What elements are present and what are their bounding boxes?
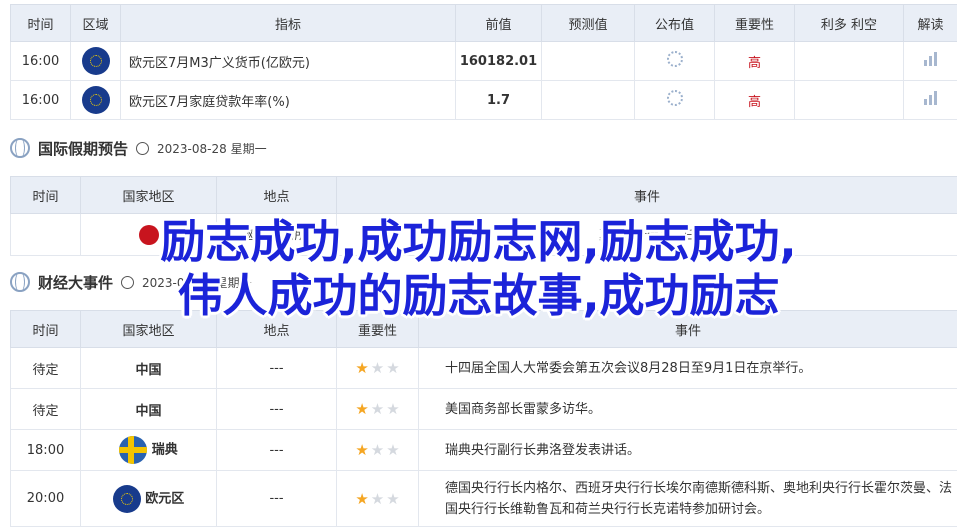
header-time: 时间 — [10, 176, 81, 214]
importance-stars: ★ ★ ★ — [355, 441, 399, 459]
impact-value — [794, 80, 904, 120]
star-icon: ★ — [355, 359, 369, 377]
holiday-section-header: 国际假期预告 2023-08-28 星期一 — [10, 134, 267, 162]
star-icon: ★ — [355, 400, 369, 418]
forecast-value — [541, 41, 635, 81]
row-country: 欧元区 — [145, 491, 185, 506]
row-country: 中国 — [80, 347, 217, 389]
table-header-row: 时间 国家地区 地点 事件 — [10, 176, 957, 214]
header-time: 时间 — [10, 4, 71, 42]
row-time: 16:00 — [10, 80, 71, 120]
star-icon: ★ — [386, 400, 400, 418]
previous-value: 1.7 — [455, 80, 542, 120]
table-header-row: 时间 区域 指标 前值 预测值 公布值 重要性 利多 利空 解读 — [10, 4, 957, 42]
eu-flag-icon — [81, 47, 110, 75]
header-actual: 公布值 — [634, 4, 715, 42]
eu-flag-icon — [81, 86, 110, 114]
table-row: 待定 中国 --- ★ ★ ★ 十四届全国人大常委会第五次会议8月28日至9月1日在… — [10, 347, 957, 389]
forecast-value — [541, 80, 635, 120]
header-region: 区域 — [70, 4, 121, 42]
star-icon: ★ — [386, 489, 400, 508]
banner-line-1: 励志成功,成功励志网,励志成功, — [160, 215, 797, 268]
table-row: 待定 中国 --- ★ ★ ★ 美国商务部长雷蒙多访华。 — [10, 388, 957, 430]
loading-icon — [666, 51, 683, 67]
economic-data-table: 时间 区域 指标 前值 预测值 公布值 重要性 利多 利空 解读 16:00 欧… — [10, 4, 957, 120]
table-row: 20:00 欧元区 --- ★ ★ ★ 德国央行行长内格尔、西班牙央行行长埃尔南德斯… — [10, 470, 957, 527]
star-icon: ★ — [370, 489, 385, 508]
globe-icon — [10, 138, 30, 158]
row-time: 18:00 — [10, 429, 81, 471]
section-date: 2023-08-28 星期一 — [157, 141, 267, 156]
indicator-link[interactable]: 欧元区7月家庭贷款年率(%) — [120, 80, 456, 120]
header-place: 地点 — [216, 176, 337, 214]
chart-icon — [923, 51, 939, 67]
previous-value: 160182.01 — [455, 41, 542, 81]
row-place: --- — [216, 388, 337, 430]
banner-line-2: 伟人成功的励志故事,成功励志 — [177, 269, 780, 322]
events-table: 时间 国家地区 地点 重要性 事件 待定 中国 --- ★ ★ ★ 十四届全国人大常… — [10, 310, 957, 527]
eu-flag-icon — [112, 484, 141, 513]
impact-value — [794, 41, 904, 81]
row-event: 瑞典央行副行长弗洛登发表讲话。 — [418, 429, 957, 471]
header-importance: 重要性 — [714, 4, 795, 42]
row-place: --- — [216, 429, 337, 471]
star-icon: ★ — [370, 400, 385, 418]
star-icon: ★ — [370, 441, 385, 459]
star-icon: ★ — [386, 359, 400, 377]
clock-icon — [136, 141, 150, 155]
header-event: 事件 — [336, 176, 957, 214]
row-place: --- — [216, 347, 337, 389]
row-event: 十四届全国人大常委会第五次会议8月28日至9月1日在京举行。 — [418, 347, 957, 389]
importance-value: 高 — [714, 80, 795, 120]
interpret-button[interactable] — [903, 80, 957, 120]
header-forecast: 预测值 — [541, 4, 635, 42]
interpret-button[interactable] — [903, 41, 957, 81]
section-title: 国际假期预告 — [38, 139, 129, 158]
importance-value: 高 — [714, 41, 795, 81]
table-row: 16:00 欧元区7月M3广义货币(亿欧元) 160182.01 高 — [10, 41, 957, 81]
table-row: 18:00 瑞典 --- ★ ★ ★ 瑞典央行副行长弗洛登发表讲话。 — [10, 429, 957, 471]
header-country: 国家地区 — [80, 176, 217, 214]
importance-stars: ★ ★ ★ — [355, 490, 399, 508]
table-row: 16:00 欧元区7月家庭贷款年率(%) 1.7 高 — [10, 80, 957, 120]
chart-icon — [923, 90, 939, 106]
row-place: --- — [216, 470, 337, 527]
star-icon: ★ — [370, 359, 385, 377]
header-previous: 前值 — [455, 4, 542, 42]
row-country: 中国 — [80, 388, 217, 430]
star-icon: ★ — [355, 489, 369, 508]
row-time: 16:00 — [10, 41, 71, 81]
row-event: 美国商务部长雷蒙多访华。 — [418, 388, 957, 430]
row-time: 20:00 — [10, 470, 81, 527]
header-interpret: 解读 — [903, 4, 957, 42]
row-country: 瑞典 — [151, 442, 178, 458]
se-flag-icon — [119, 436, 148, 464]
header-impact: 利多 利空 — [794, 4, 904, 42]
star-icon: ★ — [386, 441, 400, 459]
importance-stars: ★ ★ ★ — [355, 400, 399, 418]
importance-stars: ★ ★ ★ — [355, 359, 399, 377]
loading-icon — [666, 90, 683, 106]
row-time: 待定 — [10, 347, 81, 389]
star-icon: ★ — [355, 441, 369, 459]
indicator-link[interactable]: 欧元区7月M3广义货币(亿欧元) — [120, 41, 456, 81]
row-event: 德国央行行长内格尔、西班牙央行行长埃尔南德斯德科斯、奥地利央行行长霍尔茨曼、法国… — [418, 470, 957, 527]
header-indicator: 指标 — [120, 4, 456, 42]
row-time: 待定 — [10, 388, 81, 430]
